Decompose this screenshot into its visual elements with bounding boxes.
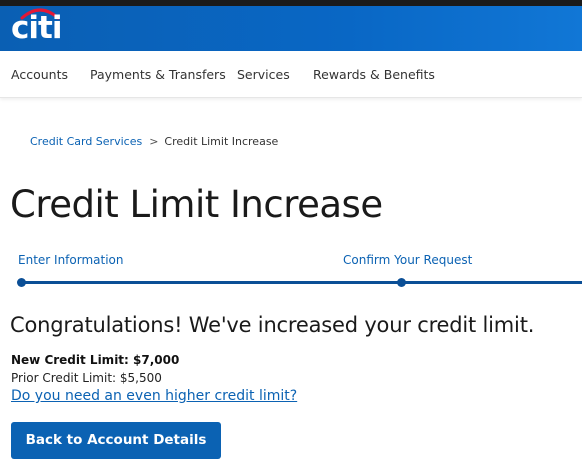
breadcrumb: Credit Card Services > Credit Limit Increa… [30,135,278,148]
congratulations-message: Congratulations! We've increased your cr… [10,313,535,337]
new-credit-limit: New Credit Limit: $7,000 [11,353,180,367]
step-confirm-request: Confirm Your Request [343,253,473,267]
breadcrumb-separator: > [149,135,159,148]
progress-track [20,281,582,284]
nav-item-rewards-benefits[interactable]: Rewards & Benefits [313,67,435,82]
back-to-account-details-button[interactable]: Back to Account Details [11,422,221,459]
progress-dot-step-1 [17,278,26,287]
header-bar: citi [0,6,582,51]
nav-item-payments-transfers[interactable]: Payments & Transfers [90,67,226,82]
citi-logo[interactable]: citi [11,8,62,48]
breadcrumb-credit-card-services[interactable]: Credit Card Services [30,135,142,148]
breadcrumb-current: Credit Limit Increase [164,135,279,148]
step-enter-information: Enter Information [18,253,124,267]
higher-limit-link[interactable]: Do you need an even higher credit limit? [11,388,297,404]
page-title: Credit Limit Increase [10,183,383,226]
prior-credit-limit: Prior Credit Limit: $5,500 [11,371,162,385]
logo-text: citi [11,10,62,46]
nav-item-services[interactable]: Services [237,67,290,82]
main-nav: Accounts Payments & Transfers Services R… [0,51,582,98]
nav-item-accounts[interactable]: Accounts [11,67,68,82]
progress-dot-step-2 [397,278,406,287]
